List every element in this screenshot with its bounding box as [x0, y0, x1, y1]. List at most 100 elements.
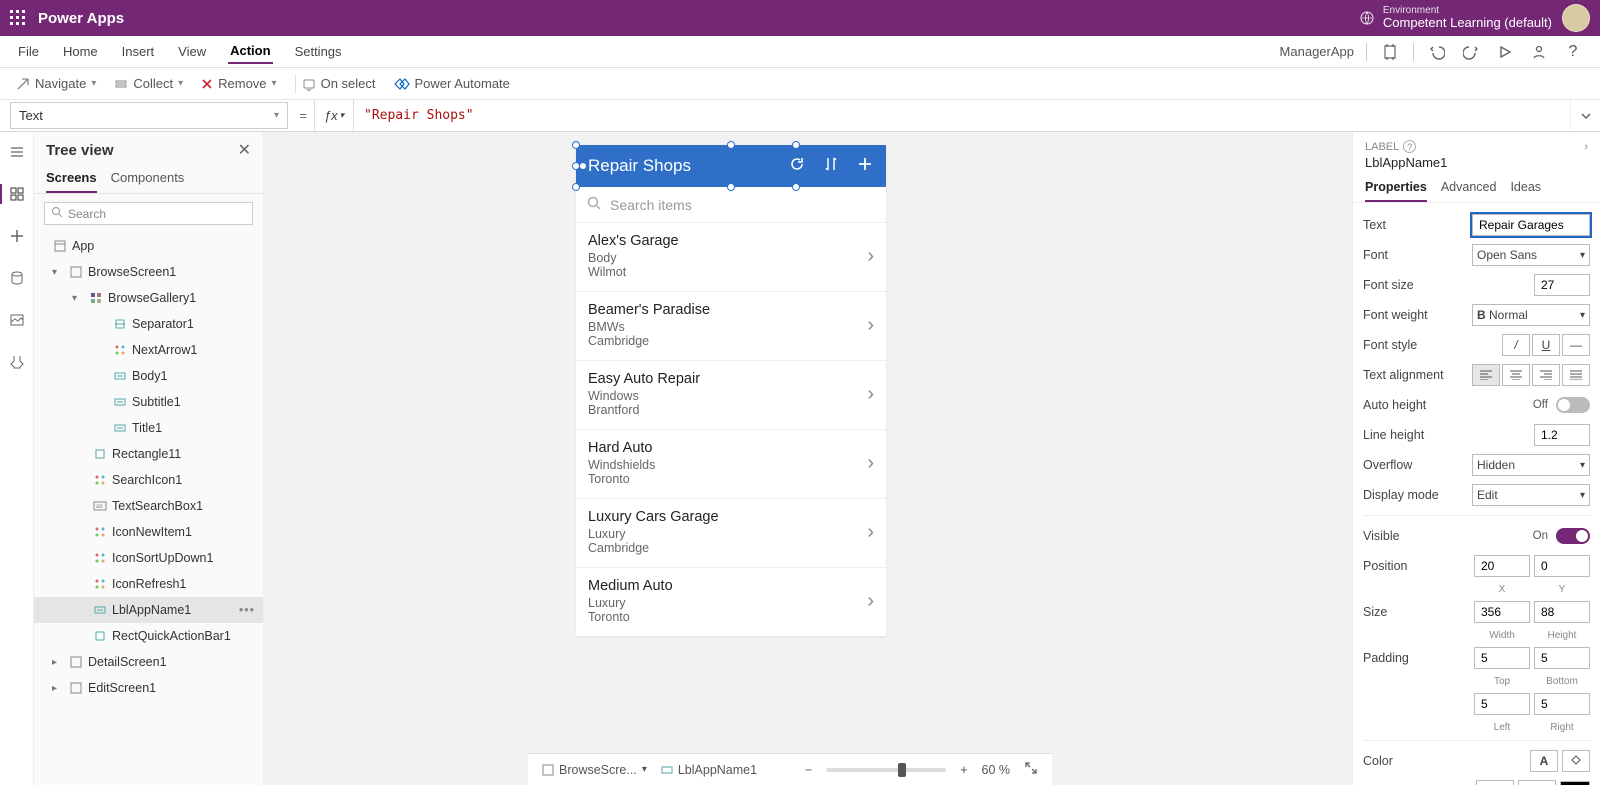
prop-fontsize-input[interactable]	[1534, 274, 1590, 296]
italic-button[interactable]: /	[1502, 334, 1530, 356]
tree-node-iconrefresh[interactable]: IconRefresh1	[34, 571, 263, 597]
size-width-input[interactable]	[1474, 601, 1530, 623]
align-center-button[interactable]	[1502, 364, 1530, 386]
position-x-input[interactable]	[1474, 555, 1530, 577]
align-right-button[interactable]	[1532, 364, 1560, 386]
rail-tools-icon[interactable]	[7, 352, 27, 372]
rail-media-icon[interactable]	[7, 310, 27, 330]
padding-right-input[interactable]	[1534, 693, 1590, 715]
preview-header-bar[interactable]: Repair Shops	[576, 145, 886, 187]
tree-close-icon[interactable]: ✕	[238, 140, 251, 160]
list-item[interactable]: Easy Auto RepairWindowsBrantford›	[576, 361, 886, 430]
rail-treeview-icon[interactable]	[7, 184, 27, 204]
tree-node-lblappname[interactable]: LblAppName1•••	[34, 597, 263, 623]
property-selector[interactable]: Text ▾	[10, 102, 288, 129]
fx-button[interactable]: ƒx ▾	[314, 100, 354, 131]
breadcrumb-control[interactable]: LblAppName1	[661, 763, 757, 777]
menu-insert[interactable]: Insert	[120, 40, 157, 63]
help-icon[interactable]: ?	[1562, 41, 1584, 63]
refresh-icon[interactable]	[788, 155, 806, 178]
tree-node-iconsort[interactable]: IconSortUpDown1	[34, 545, 263, 571]
menu-file[interactable]: File	[16, 40, 41, 63]
list-item[interactable]: Beamer's ParadiseBMWsCambridge›	[576, 292, 886, 361]
tree-node-editscreen[interactable]: ▸EditScreen1	[34, 675, 263, 701]
size-height-input[interactable]	[1534, 601, 1590, 623]
add-icon[interactable]	[856, 155, 874, 178]
play-icon[interactable]	[1494, 41, 1516, 63]
menu-settings[interactable]: Settings	[293, 40, 344, 63]
prop-font-select[interactable]: Open Sans▾	[1472, 244, 1590, 266]
environment-picker[interactable]: Environment Competent Learning (default)	[1359, 5, 1552, 30]
tree-node-nextarrow[interactable]: NextArrow1	[34, 337, 263, 363]
align-justify-button[interactable]	[1562, 364, 1590, 386]
fill-color-button[interactable]	[1562, 750, 1590, 772]
underline-button[interactable]: U	[1532, 334, 1560, 356]
onselect-button[interactable]: On select	[302, 76, 376, 91]
canvas-area[interactable]: Repair Shops Search items Alex's GarageB…	[264, 132, 1352, 785]
sort-icon[interactable]	[822, 155, 840, 178]
prop-overflow-select[interactable]: Hidden▾	[1472, 454, 1590, 476]
waffle-icon[interactable]	[10, 10, 26, 26]
share-icon[interactable]	[1528, 41, 1550, 63]
padding-top-input[interactable]	[1474, 647, 1530, 669]
preview-label-appname[interactable]: Repair Shops	[588, 156, 691, 176]
zoom-in-icon[interactable]: +	[960, 763, 967, 777]
menu-home[interactable]: Home	[61, 40, 100, 63]
border-style-select[interactable]: — ▾	[1476, 780, 1514, 785]
list-item[interactable]: Luxury Cars GarageLuxuryCambridge›	[576, 499, 886, 568]
prop-displaymode-select[interactable]: Edit▾	[1472, 484, 1590, 506]
undo-icon[interactable]	[1426, 41, 1448, 63]
chevron-right-icon[interactable]: ›	[867, 245, 874, 268]
padding-bottom-input[interactable]	[1534, 647, 1590, 669]
list-item[interactable]: Medium AutoLuxuryToronto›	[576, 568, 886, 636]
formula-input[interactable]: "Repair Shops"	[354, 100, 1570, 131]
font-color-button[interactable]: A	[1530, 750, 1558, 772]
preview-search-box[interactable]: Search items	[576, 187, 886, 223]
powerautomate-button[interactable]: Power Automate	[394, 76, 510, 91]
fit-icon[interactable]	[1024, 761, 1038, 778]
zoom-slider[interactable]	[826, 768, 946, 772]
strikethrough-button[interactable]: —	[1562, 334, 1590, 356]
chevron-right-icon[interactable]: ›	[867, 521, 874, 544]
tree-tab-screens[interactable]: Screens	[46, 166, 97, 193]
prop-tab-properties[interactable]: Properties	[1365, 176, 1427, 202]
tree-node-searchicon[interactable]: SearchIcon1	[34, 467, 263, 493]
tree-node-browsegallery[interactable]: ▾BrowseGallery1	[34, 285, 263, 311]
align-left-button[interactable]	[1472, 364, 1500, 386]
prop-text-input[interactable]	[1472, 214, 1590, 236]
zoom-out-icon[interactable]: −	[805, 763, 812, 777]
collect-button[interactable]: Collect ▾	[114, 76, 183, 91]
prop-fontweight-select[interactable]: B Normal▾	[1472, 304, 1590, 326]
chevron-right-icon[interactable]: ›	[867, 590, 874, 613]
chevron-right-icon[interactable]: ›	[867, 314, 874, 337]
tree-node-title[interactable]: Title1	[34, 415, 263, 441]
border-width-input[interactable]	[1518, 780, 1556, 785]
rail-hamburger-icon[interactable]	[7, 142, 27, 162]
chevron-right-icon[interactable]: ›	[1584, 141, 1588, 153]
autoheight-toggle[interactable]	[1556, 397, 1590, 413]
menu-action[interactable]: Action	[228, 39, 272, 64]
tree-node-separator[interactable]: Separator1	[34, 311, 263, 337]
tree-node-app[interactable]: App	[34, 233, 263, 259]
list-item[interactable]: Hard AutoWindshieldsToronto›	[576, 430, 886, 499]
help-icon[interactable]: ?	[1403, 140, 1416, 153]
tree-node-subtitle[interactable]: Subtitle1	[34, 389, 263, 415]
chevron-right-icon[interactable]: ›	[867, 383, 874, 406]
padding-left-input[interactable]	[1474, 693, 1530, 715]
position-y-input[interactable]	[1534, 555, 1590, 577]
tree-search-input[interactable]: Search	[44, 202, 253, 225]
tree-node-detailscreen[interactable]: ▸DetailScreen1	[34, 649, 263, 675]
tree-node-textsearchbox[interactable]: abTextSearchBox1	[34, 493, 263, 519]
redo-icon[interactable]	[1460, 41, 1482, 63]
list-item[interactable]: Alex's GarageBodyWilmot›	[576, 223, 886, 292]
menu-view[interactable]: View	[176, 40, 208, 63]
remove-button[interactable]: Remove ▾	[201, 76, 276, 91]
tree-node-body[interactable]: Body1	[34, 363, 263, 389]
breadcrumb-screen[interactable]: BrowseScre... ▾	[542, 763, 647, 777]
formula-expand-icon[interactable]	[1570, 100, 1600, 131]
border-color-swatch[interactable]	[1560, 781, 1590, 785]
tree-node-rectqab[interactable]: RectQuickActionBar1	[34, 623, 263, 649]
navigate-button[interactable]: Navigate ▾	[16, 76, 96, 91]
app-checker-icon[interactable]	[1379, 41, 1401, 63]
rail-data-icon[interactable]	[7, 268, 27, 288]
